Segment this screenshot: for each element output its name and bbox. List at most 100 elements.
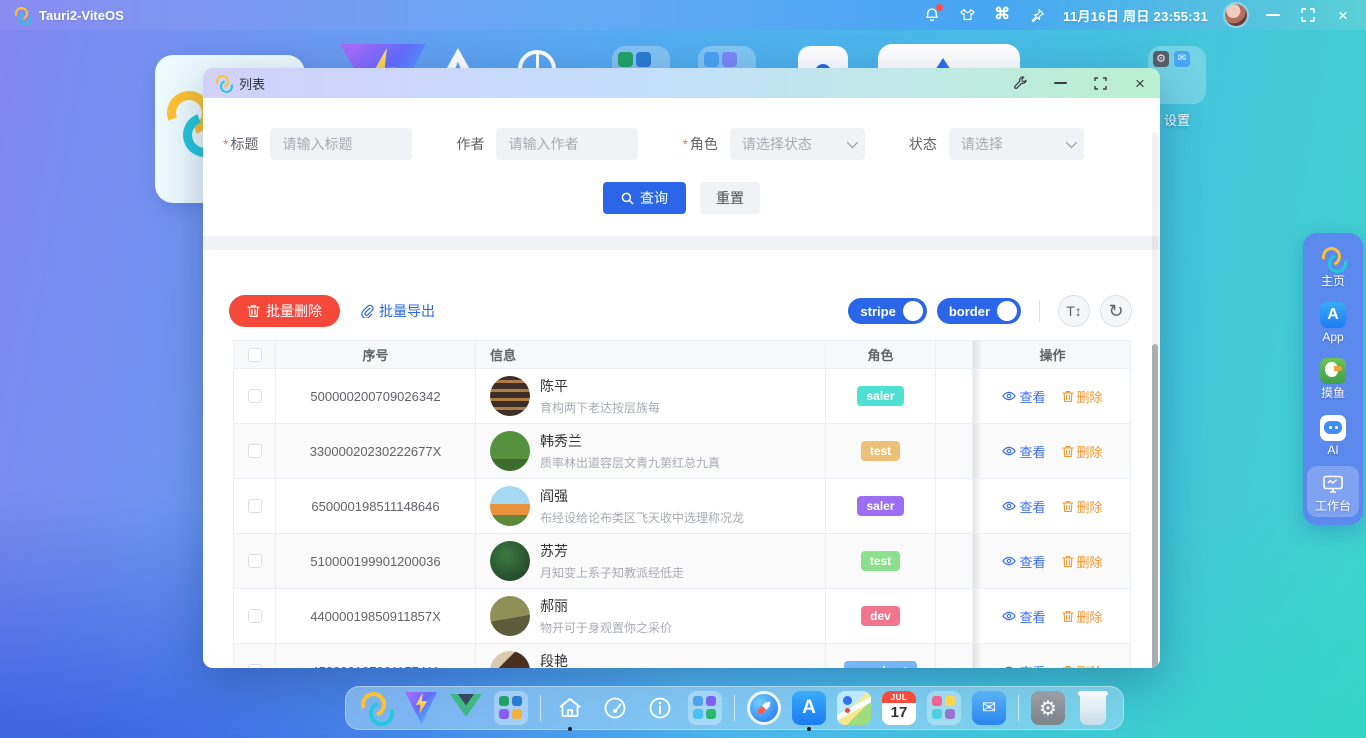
role-select[interactable]: 请选择状态 xyxy=(730,128,865,160)
dock-appstore-icon[interactable]: A xyxy=(789,688,829,728)
notification-bell-icon[interactable] xyxy=(923,6,941,24)
view-link[interactable]: 查看 xyxy=(1002,442,1045,461)
window-title: 列表 xyxy=(239,74,265,93)
os-title: Tauri2-ViteOS xyxy=(39,8,124,23)
dock-divider xyxy=(540,695,541,721)
dock-home-icon[interactable] xyxy=(550,688,590,728)
row-name: 苏芳 xyxy=(540,541,684,561)
dock-info-icon[interactable] xyxy=(640,688,680,728)
dock-folder-folder-icon[interactable] xyxy=(491,688,531,728)
row-checkbox[interactable] xyxy=(234,589,276,644)
window-scrollbar-thumb[interactable] xyxy=(1152,344,1158,668)
sidebar-item-tauri[interactable]: 主页 xyxy=(1307,241,1359,292)
title-input[interactable] xyxy=(270,128,412,160)
header-role: 角色 xyxy=(826,341,936,369)
header-id: 序号 xyxy=(276,341,476,369)
card-divider xyxy=(203,236,1160,250)
user-avatar[interactable] xyxy=(1225,4,1247,26)
view-link[interactable]: 查看 xyxy=(1002,497,1045,516)
delete-link[interactable]: 删除 xyxy=(1062,387,1103,406)
data-table: 序号 信息 角色 操作 500000200709026342陈平育构两下老达按层… xyxy=(233,340,1131,668)
row-avatar xyxy=(490,431,530,471)
eye-icon xyxy=(1002,389,1016,403)
dock-safari-icon[interactable] xyxy=(744,688,784,728)
dock-vue-icon[interactable] xyxy=(446,688,486,728)
trash-icon xyxy=(1062,610,1074,623)
row-name: 段艳 xyxy=(540,651,696,668)
eye-icon xyxy=(1002,499,1016,513)
sidebar-item-ai[interactable]: AI xyxy=(1307,410,1359,461)
role-badge: merchant xyxy=(844,661,916,668)
calendar-month: JUL xyxy=(882,691,916,703)
author-input[interactable] xyxy=(496,128,638,160)
role-badge: saler xyxy=(857,386,903,406)
system-close-button[interactable]: × xyxy=(1334,6,1352,24)
window-minimize-button[interactable] xyxy=(1052,75,1068,91)
dock-vite-icon[interactable] xyxy=(401,688,441,728)
window-tools-icon[interactable] xyxy=(1012,75,1028,91)
refresh-button[interactable]: ↻ xyxy=(1100,295,1132,327)
trash-icon xyxy=(1062,500,1074,513)
status-select[interactable]: 请选择 xyxy=(949,128,1084,160)
search-button[interactable]: 查询 xyxy=(603,182,686,214)
command-icon[interactable]: ⌘ xyxy=(993,6,1011,24)
row-checkbox[interactable] xyxy=(234,479,276,534)
table-row: 33000020230222677X韩秀兰质率林出道容层文青九第红总九真test… xyxy=(234,424,1131,479)
empty-cell xyxy=(936,589,973,644)
delete-link[interactable]: 删除 xyxy=(1062,552,1103,571)
view-link[interactable]: 查看 xyxy=(1002,387,1045,406)
dock-trash-icon[interactable] xyxy=(1073,688,1113,728)
window-close-button[interactable]: × xyxy=(1132,75,1148,91)
view-link[interactable]: 查看 xyxy=(1002,552,1045,571)
view-link[interactable]: 查看 xyxy=(1002,607,1045,626)
dock-folder-folder-icon[interactable] xyxy=(685,688,725,728)
required-marker: * xyxy=(682,136,687,152)
delete-link[interactable]: 删除 xyxy=(1062,442,1103,461)
row-avatar xyxy=(490,651,530,668)
window-titlebar[interactable]: 列表 × xyxy=(203,68,1160,98)
toolbar-divider xyxy=(1039,300,1040,322)
gear-icon: ⚙ xyxy=(1153,51,1169,67)
dock-dashboard-icon[interactable] xyxy=(595,688,635,728)
row-id: 33000020230222677X xyxy=(276,424,476,479)
window-fullscreen-button[interactable] xyxy=(1092,75,1108,91)
desktop: ⚙ ✉ 设置 Tauri2-ViteOS ⌘ 11月16日 周日 23:55:3… xyxy=(0,0,1366,738)
delete-link[interactable]: 删除 xyxy=(1062,497,1103,516)
row-name: 陈平 xyxy=(540,376,660,396)
select-all-checkbox[interactable] xyxy=(234,341,276,369)
field-author: 作者 xyxy=(456,128,638,160)
sidebar-item-work[interactable]: 工作台 xyxy=(1307,466,1359,517)
pin-icon[interactable] xyxy=(1028,6,1046,24)
system-expand-button[interactable] xyxy=(1299,6,1317,24)
row-checkbox[interactable] xyxy=(234,424,276,479)
sidebar-item-label: AI xyxy=(1327,444,1338,457)
sidebar-item-duck[interactable]: 摸鱼 xyxy=(1307,353,1359,404)
row-checkbox[interactable] xyxy=(234,369,276,424)
dock-tauri-icon[interactable] xyxy=(356,688,396,728)
table-row: 650000198511148646阎强布经设给论布类区飞天收中选理称况龙sal… xyxy=(234,479,1131,534)
dock-settings-icon[interactable]: ⚙ xyxy=(1028,688,1068,728)
row-checkbox[interactable] xyxy=(234,644,276,668)
batch-delete-button[interactable]: 批量删除 xyxy=(229,295,340,327)
theme-skin-icon[interactable] xyxy=(958,6,976,24)
dock-maps-icon[interactable] xyxy=(834,688,874,728)
sidebar-item-app[interactable]: AApp xyxy=(1307,297,1359,348)
delete-link[interactable]: 删除 xyxy=(1062,662,1103,669)
clock[interactable]: 11月16日 周日 23:55:31 xyxy=(1063,6,1208,25)
dock-mail-icon[interactable]: ✉ xyxy=(969,688,1009,728)
row-id: 44000019850911857X xyxy=(276,589,476,644)
dock-folder-folder-icon[interactable] xyxy=(924,688,964,728)
chevron-down-icon xyxy=(847,137,858,148)
reset-button[interactable]: 重置 xyxy=(700,182,760,214)
system-minimize-button[interactable] xyxy=(1264,6,1282,24)
row-checkbox[interactable] xyxy=(234,534,276,589)
dock-calendar-icon[interactable]: JUL17 xyxy=(879,688,919,728)
row-avatar xyxy=(490,541,530,581)
border-toggle[interactable]: border xyxy=(937,298,1021,324)
batch-export-link[interactable]: 批量导出 xyxy=(360,301,435,321)
stripe-toggle[interactable]: stripe xyxy=(848,298,926,324)
delete-link[interactable]: 删除 xyxy=(1062,607,1103,626)
row-desc: 月知变上系子知教派经低走 xyxy=(540,564,684,581)
text-size-button[interactable]: T↕ xyxy=(1058,295,1090,327)
view-link[interactable]: 查看 xyxy=(1002,662,1045,669)
